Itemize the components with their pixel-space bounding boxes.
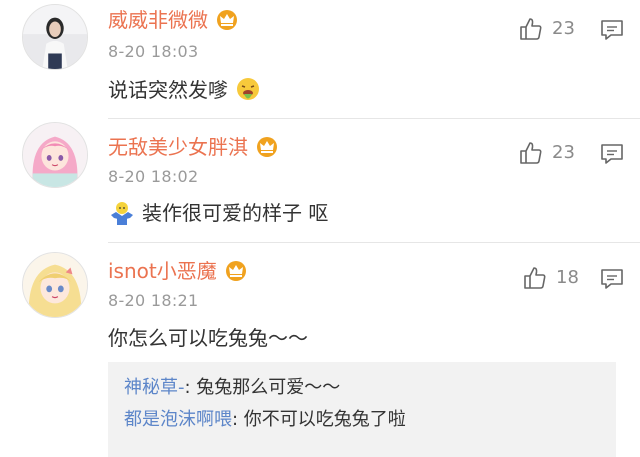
comment-text: 说话突然发嗲 — [108, 76, 262, 104]
reply-text: : 你不可以吃兔兔了啦 — [232, 409, 406, 430]
thumbs-up-icon — [520, 142, 542, 164]
reply-item-2: 都是泡沫啊喂: 你不可以吃兔兔了啦 — [124, 404, 600, 436]
comment-time: 8-20 18:02 — [108, 167, 199, 186]
reply-button[interactable] — [600, 19, 624, 41]
username[interactable]: 威威非微微 — [108, 8, 208, 32]
comment-time: 8-20 18:21 — [108, 291, 199, 310]
comment-bubble-icon — [601, 20, 623, 40]
like-button[interactable]: 18 — [522, 265, 579, 291]
comment-text-content: 你怎么可以吃兔兔～～ — [108, 326, 308, 350]
reply-button[interactable] — [600, 268, 624, 290]
reply-username[interactable]: 都是泡沫啊喂 — [124, 409, 232, 430]
divider — [108, 118, 640, 119]
comment-text: 装作很可爱的样子 呕 — [108, 199, 328, 227]
comment-text-content: 装作很可爱的样子 呕 — [142, 201, 329, 225]
comment-text-content: 说话突然发嗲 — [108, 78, 228, 102]
like-count: 18 — [556, 267, 579, 288]
like-count: 23 — [552, 142, 575, 163]
thumbs-up-icon — [524, 267, 546, 289]
like-button[interactable]: 23 — [518, 140, 575, 166]
vomit-face-icon — [237, 78, 259, 100]
divider — [108, 242, 640, 243]
comment-bubble-icon — [601, 144, 623, 164]
reply-button[interactable] — [600, 143, 624, 165]
avatar[interactable] — [22, 252, 88, 318]
reply-item-1: 神秘草-: 兔兔那么可爱～～ — [124, 372, 600, 404]
comment-text: 你怎么可以吃兔兔～～ — [108, 325, 308, 351]
reply-thread: 神秘草-: 兔兔那么可爱～～ 都是泡沫啊喂: 你不可以吃兔兔了啦 — [108, 362, 616, 457]
comment-bubble-icon — [601, 269, 623, 289]
reply-text: : 兔兔那么可爱～～ — [184, 377, 341, 398]
vip-crown-icon — [217, 10, 237, 30]
like-button[interactable]: 23 — [518, 16, 575, 42]
vip-crown-icon — [225, 261, 246, 281]
like-count: 23 — [552, 18, 575, 39]
reply-username[interactable]: 神秘草- — [124, 377, 185, 398]
avatar[interactable] — [22, 4, 88, 70]
vip-crown-icon — [257, 137, 277, 157]
username[interactable]: isnot小恶魔 — [108, 259, 217, 283]
username[interactable]: 无敌美少女胖淇 — [108, 135, 248, 159]
shrug-kid-icon — [111, 202, 133, 225]
comment-time: 8-20 18:03 — [108, 42, 199, 61]
avatar[interactable] — [22, 122, 88, 188]
thumbs-up-icon — [520, 18, 542, 40]
